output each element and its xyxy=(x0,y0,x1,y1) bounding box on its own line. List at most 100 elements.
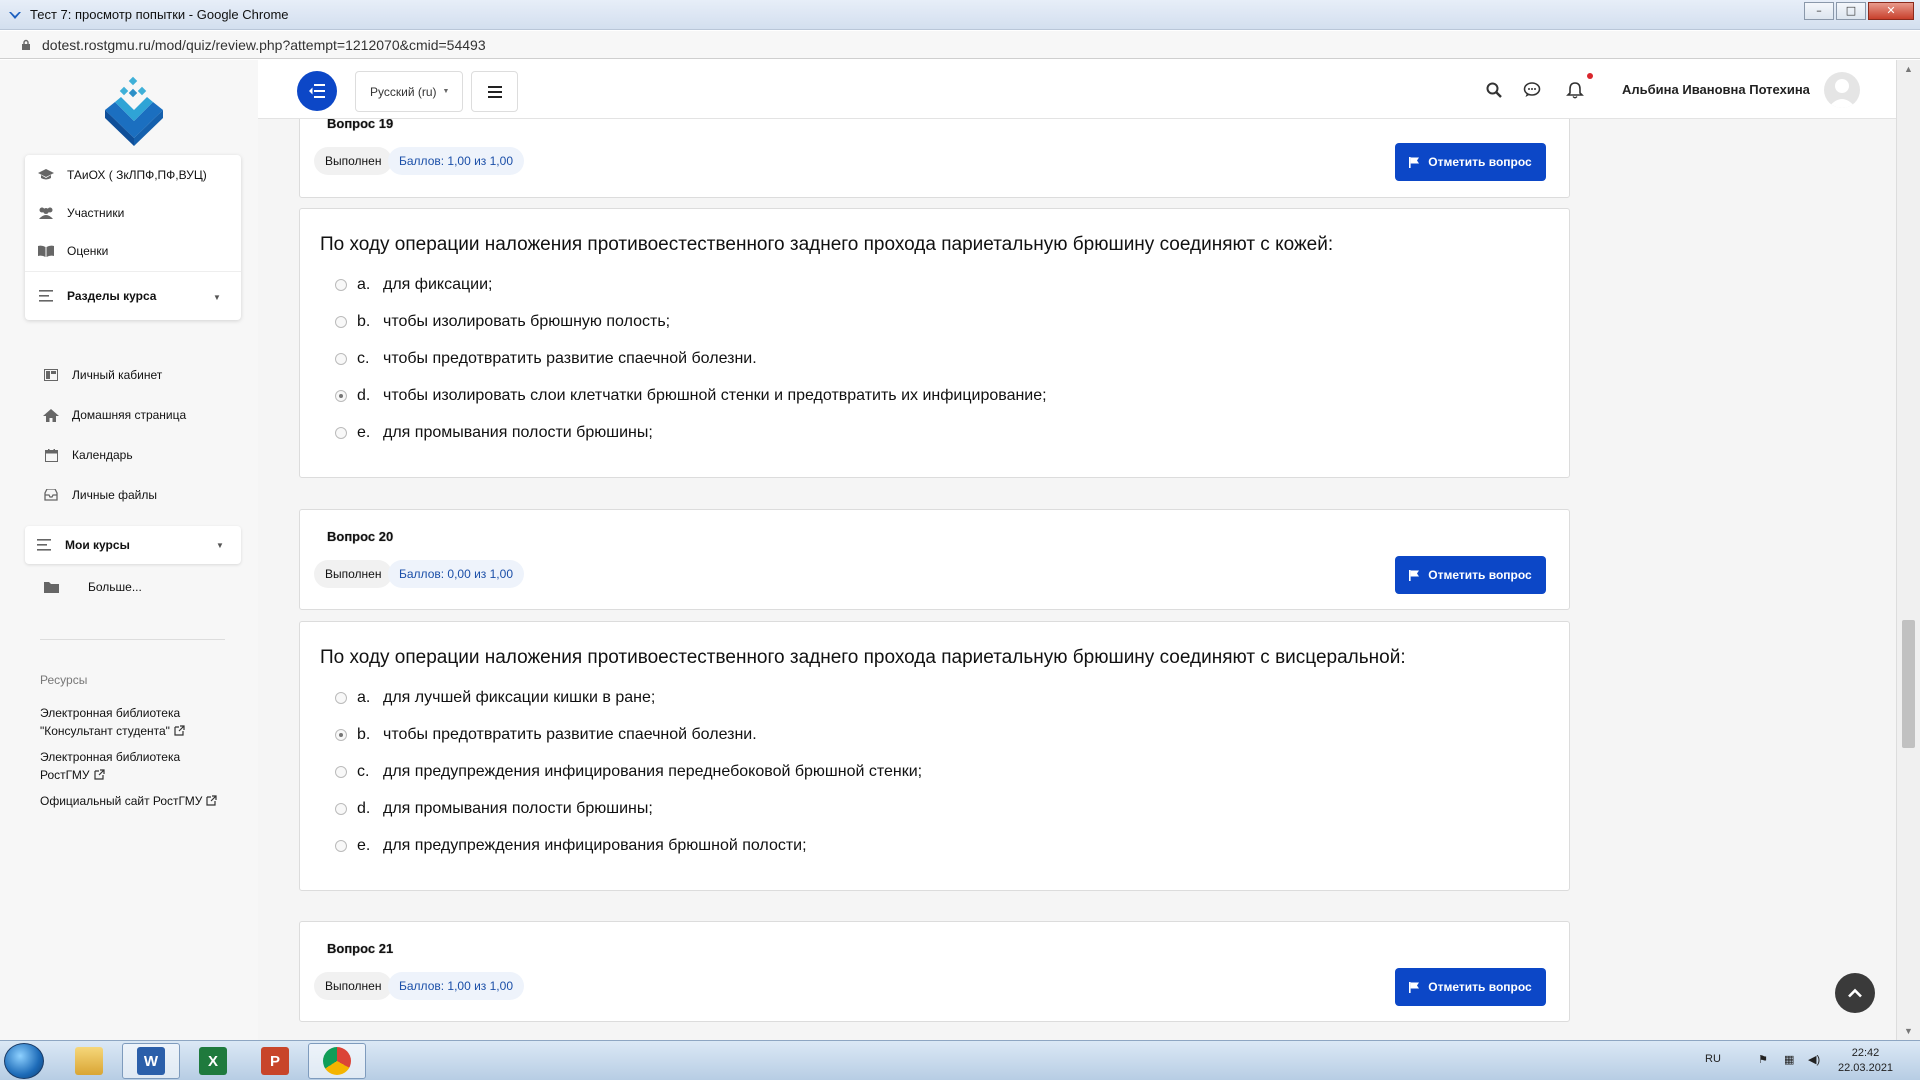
folder-icon xyxy=(42,580,60,594)
answer-option[interactable]: e. для промывания полости брюшины; xyxy=(335,424,653,442)
resource-link-library[interactable]: Электронная библиотека РостГМУ xyxy=(40,748,180,784)
sidebar-item-label: Мои курсы xyxy=(65,538,130,552)
lock-icon xyxy=(22,39,30,50)
radio-button-selected[interactable] xyxy=(335,390,347,402)
resource-link-consultant[interactable]: Электронная библиотека "Консультант студ… xyxy=(40,704,185,740)
resource-link-line[interactable]: "Консультант студента" xyxy=(40,724,170,738)
user-name[interactable]: Альбина Ивановна Потехина xyxy=(1622,82,1810,97)
start-button[interactable] xyxy=(4,1043,44,1079)
input-language[interactable]: RU xyxy=(1705,1053,1721,1065)
list-icon xyxy=(35,538,53,552)
flag-question-button[interactable]: Отметить вопрос xyxy=(1395,968,1546,1006)
taskbar-app-word[interactable]: W xyxy=(122,1043,180,1079)
volume-icon[interactable]: ◀) xyxy=(1808,1053,1820,1066)
radio-button[interactable] xyxy=(335,692,347,704)
radio-button[interactable] xyxy=(335,803,347,815)
flag-question-button[interactable]: Отметить вопрос xyxy=(1395,556,1546,594)
answer-option[interactable]: d. чтобы изолировать слои клетчатки брюшн… xyxy=(335,387,1047,405)
resource-link-official-site[interactable]: Официальный сайт РостГМУ xyxy=(40,792,218,810)
network-icon[interactable]: ▦ xyxy=(1784,1053,1794,1066)
taskbar-app-chrome[interactable] xyxy=(308,1043,366,1079)
scroll-down-arrow-icon[interactable]: ▼ xyxy=(1904,1026,1913,1036)
answer-option[interactable]: a. для лучшей фиксации кишки в ране; xyxy=(335,689,655,707)
sidebar-item-calendar[interactable]: Календарь xyxy=(42,448,133,462)
answer-option[interactable]: c. для предупреждения инфицирования перед… xyxy=(335,763,922,781)
radio-button[interactable] xyxy=(335,766,347,778)
sidebar-item-more[interactable]: Больше... xyxy=(42,580,142,594)
avatar[interactable] xyxy=(1824,72,1860,108)
question-info-20: Вопрос 20 Выполнен Баллов: 0,00 из 1,00 … xyxy=(299,509,1570,610)
maximize-button[interactable]: □ xyxy=(1836,2,1866,20)
flag-question-button[interactable]: Отметить вопрос xyxy=(1395,143,1546,181)
system-clock[interactable]: 22:42 22.03.2021 xyxy=(1838,1046,1893,1076)
users-icon xyxy=(37,206,55,220)
sidebar-item-label: Оценки xyxy=(67,244,109,258)
resource-link-line[interactable]: Электронная библиотека xyxy=(40,704,185,722)
tray-flag-icon[interactable]: ⚑ xyxy=(1758,1053,1768,1066)
answer-letter: d. xyxy=(357,800,371,817)
radio-button-selected[interactable] xyxy=(335,729,347,741)
sidebar-item-dashboard[interactable]: Личный кабинет xyxy=(42,368,162,382)
sidebar-item-home[interactable]: Домашняя страница xyxy=(42,408,186,422)
answer-text: чтобы предотвратить развитие спаечной бо… xyxy=(383,726,757,743)
resource-link-line[interactable]: Официальный сайт РостГМУ xyxy=(40,794,202,808)
address-bar[interactable]: dotest.rostgmu.ru/mod/quiz/review.php?at… xyxy=(0,31,1920,59)
chevron-down-icon[interactable]: ▼ xyxy=(213,293,221,302)
my-courses-toggle[interactable]: Мои курсы ▼ xyxy=(25,526,241,564)
sidebar-item-participants[interactable]: Участники xyxy=(37,206,124,220)
sidebar-item-course-sections[interactable]: Разделы курса xyxy=(37,289,156,303)
site-favicon-icon xyxy=(9,11,21,19)
scrollbar-thumb[interactable] xyxy=(1902,620,1915,748)
drawer-toggle-button[interactable] xyxy=(297,71,337,111)
url-text[interactable]: dotest.rostgmu.ru/mod/quiz/review.php?at… xyxy=(42,37,486,53)
answer-option[interactable]: b. чтобы изолировать брюшную полость; xyxy=(335,313,670,331)
status-badge: Выполнен xyxy=(314,560,393,588)
answer-option[interactable]: b. чтобы предотвратить развитие спаечной … xyxy=(335,726,757,744)
chat-icon[interactable] xyxy=(1523,81,1541,99)
page-scrollbar[interactable]: ▲ ▼ xyxy=(1896,60,1920,1040)
answer-letter: b. xyxy=(357,313,371,330)
chevron-down-icon[interactable]: ▼ xyxy=(216,541,224,550)
window-title: Тест 7: просмотр попытки - Google Chrome xyxy=(30,7,289,22)
sidebar-item-my-courses[interactable]: Мои курсы xyxy=(35,538,130,552)
flag-icon xyxy=(1409,981,1420,993)
radio-button[interactable] xyxy=(335,427,347,439)
answer-text: для предупреждения инфицирования брюшной… xyxy=(383,837,807,854)
radio-button[interactable] xyxy=(335,353,347,365)
hamburger-menu-button[interactable] xyxy=(471,71,518,112)
sidebar-item-course[interactable]: ТАиОХ ( ЗкЛПФ,ПФ,ВУЦ) xyxy=(37,168,207,182)
minimize-button[interactable]: – xyxy=(1804,2,1834,20)
taskbar-app-powerpoint[interactable]: P xyxy=(246,1043,304,1079)
answer-option[interactable]: a. для фиксации; xyxy=(335,276,492,294)
calendar-icon xyxy=(42,448,60,462)
flag-button-label: Отметить вопрос xyxy=(1428,980,1532,994)
answer-option[interactable]: e. для предупреждения инфицирования брюшн… xyxy=(335,837,807,855)
radio-button[interactable] xyxy=(335,840,347,852)
sidebar-item-grades[interactable]: Оценки xyxy=(37,244,108,258)
dashboard-icon xyxy=(42,368,60,382)
question-text: По ходу операции наложения противоестест… xyxy=(320,234,1334,255)
answer-option[interactable]: d. для промывания полости брюшины; xyxy=(335,800,653,818)
back-to-top-button[interactable] xyxy=(1835,973,1875,1013)
taskbar-app-excel[interactable]: X xyxy=(184,1043,242,1079)
radio-button[interactable] xyxy=(335,316,347,328)
close-window-button[interactable]: ✕ xyxy=(1868,2,1914,20)
search-icon[interactable] xyxy=(1485,81,1503,99)
answer-letter: d. xyxy=(357,387,371,404)
resources-heading: Ресурсы xyxy=(40,673,88,687)
answer-option[interactable]: c. чтобы предотвратить развитие спаечной … xyxy=(335,350,757,368)
answer-letter: e. xyxy=(357,424,371,441)
sidebar-item-files[interactable]: Личные файлы xyxy=(42,488,157,502)
sidebar-item-label: Личные файлы xyxy=(72,488,157,502)
language-menu[interactable]: Русский (ru) ▼ xyxy=(355,71,463,112)
notification-dot xyxy=(1587,73,1593,79)
site-logo[interactable] xyxy=(103,76,165,146)
external-link-icon xyxy=(174,725,185,736)
resource-link-line[interactable]: РостГМУ xyxy=(40,768,90,782)
taskbar-app-explorer[interactable] xyxy=(60,1043,118,1079)
resource-link-line[interactable]: Электронная библиотека xyxy=(40,748,180,766)
scroll-up-arrow-icon[interactable]: ▲ xyxy=(1904,64,1913,74)
bell-icon[interactable] xyxy=(1566,81,1584,99)
radio-button[interactable] xyxy=(335,279,347,291)
question-title: Вопрос 20 xyxy=(327,529,394,544)
